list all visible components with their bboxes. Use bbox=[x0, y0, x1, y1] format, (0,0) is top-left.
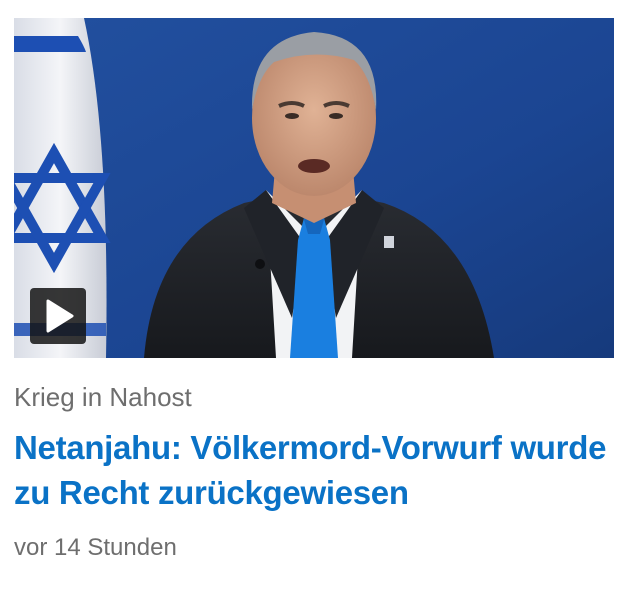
news-teaser-card[interactable]: Krieg in Nahost Netanjahu: Völkermord-Vo… bbox=[0, 0, 626, 596]
video-thumbnail[interactable] bbox=[14, 18, 614, 358]
play-button[interactable] bbox=[30, 288, 86, 344]
play-icon bbox=[46, 299, 74, 333]
article-headline[interactable]: Netanjahu: Völkermord-Vorwurf wurde zu R… bbox=[14, 425, 614, 515]
article-timestamp: vor 14 Stunden bbox=[14, 534, 177, 561]
video-still-image bbox=[14, 18, 614, 358]
article-kicker: Krieg in Nahost bbox=[14, 382, 192, 412]
